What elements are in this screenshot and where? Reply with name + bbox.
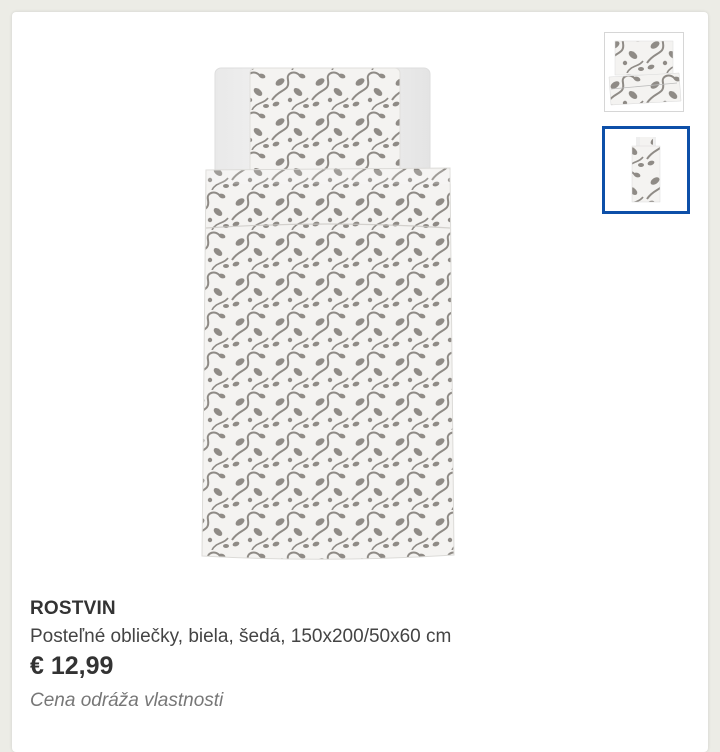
thumbnail-spread-set[interactable]	[602, 126, 690, 214]
product-main-image[interactable]	[30, 30, 600, 585]
product-description: Posteľné obliečky, biela, šedá, 150x200/…	[30, 626, 452, 647]
price-note: Cena odráža vlastnosti	[30, 690, 224, 711]
product-price: € 12,99	[30, 652, 114, 680]
product-card: ROSTVIN Posteľné obliečky, biela, šedá, …	[12, 12, 708, 752]
product-name: ROSTVIN	[30, 598, 116, 619]
thumbnail-folded-set[interactable]	[604, 32, 684, 112]
